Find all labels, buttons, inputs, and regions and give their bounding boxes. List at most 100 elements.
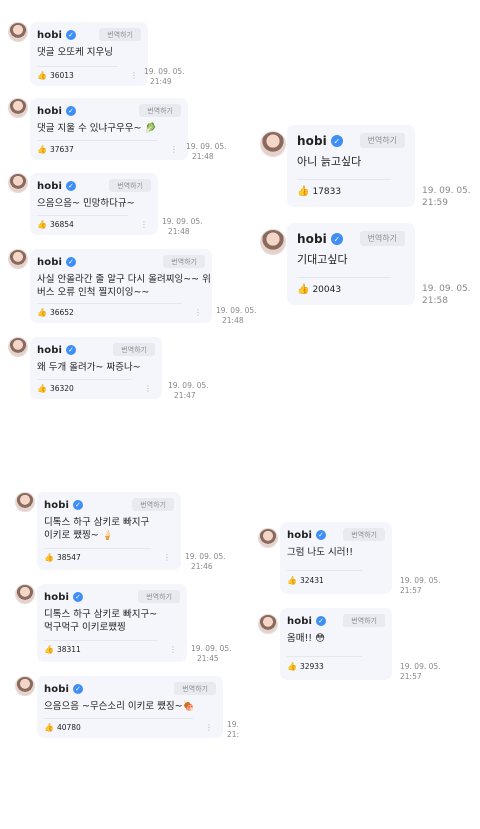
more-options-icon[interactable]: ⋮ xyxy=(130,71,138,80)
like-count: 36854 xyxy=(49,220,74,229)
time: 21:49 xyxy=(150,77,172,86)
time: 21:59 xyxy=(422,198,448,208)
like-button[interactable]: 👍 37637 xyxy=(37,145,74,154)
time: 21:57 xyxy=(400,586,422,595)
date: 19. 09. 05. xyxy=(400,662,441,671)
divider xyxy=(37,379,132,380)
comment-text: 사실 안올라간 줄 알구 다시 올려찌잉~~ 위 버스 오류 인척 찔지이잉~~ xyxy=(37,274,211,298)
date: 19. 09. 05. xyxy=(168,381,209,390)
timestamp: 19. 09. 05. 21:57 xyxy=(400,576,441,596)
date: 19. 09. 05. xyxy=(186,142,227,151)
verified-icon: ✓ xyxy=(315,616,326,626)
author-name[interactable]: hobi xyxy=(44,592,69,603)
translate-button[interactable]: 번역하기 xyxy=(359,231,405,246)
avatar[interactable] xyxy=(260,229,286,255)
like-count: 36320 xyxy=(49,384,74,393)
like-count: 32933 xyxy=(299,662,324,671)
date: 19. 09. 05. xyxy=(191,644,232,653)
author-name[interactable]: hobi xyxy=(44,500,69,511)
comment-bubble: hobi ✓ 번역하기 기대고싶다 👍 20043 xyxy=(287,223,415,305)
comment-text: 으음으음~ 민망하다규~ xyxy=(37,198,135,209)
timestamp: 19. 09. 05. 21:49 xyxy=(144,67,185,87)
thumbs-up-icon: 👍 xyxy=(44,553,54,562)
verified-icon: ✓ xyxy=(330,135,343,147)
verified-icon: ✓ xyxy=(315,530,326,540)
author-name[interactable]: hobi xyxy=(37,345,62,356)
more-options-icon[interactable]: ⋮ xyxy=(140,220,148,229)
translate-button[interactable]: 번역하기 xyxy=(113,343,155,356)
author-name[interactable]: hobi xyxy=(44,684,69,695)
timestamp: 19. 09. 05. 21:48 xyxy=(162,217,203,237)
avatar[interactable] xyxy=(8,173,28,193)
avatar[interactable] xyxy=(15,676,35,696)
like-button[interactable]: 👍 20043 xyxy=(297,284,341,295)
divider xyxy=(44,640,157,641)
avatar[interactable] xyxy=(8,22,28,42)
divider xyxy=(287,570,362,571)
more-options-icon[interactable]: ⋮ xyxy=(205,723,213,732)
time: 21:57 xyxy=(400,672,422,681)
comment-text: 그럼 나도 시러!! xyxy=(287,547,354,558)
avatar[interactable] xyxy=(258,614,278,634)
comment-bubble: hobi ✓ 번역하기 댓글 지울 수 있냐구우우~ 🥬 👍 37637 ⋮ xyxy=(30,98,188,160)
divider xyxy=(37,215,128,216)
translate-button[interactable]: 번역하기 xyxy=(139,104,181,117)
more-options-icon[interactable]: ⋮ xyxy=(163,553,171,562)
author-name[interactable]: hobi xyxy=(297,232,327,246)
avatar[interactable] xyxy=(260,131,286,157)
translate-button[interactable]: 번역하기 xyxy=(99,28,141,41)
more-options-icon[interactable]: ⋮ xyxy=(170,145,178,154)
comment-bubble: hobi ✓ 번역하기 으음으음~ 민망하다규~ 👍 36854 ⋮ xyxy=(30,173,158,235)
translate-button[interactable]: 번역하기 xyxy=(132,498,174,511)
more-options-icon[interactable]: ⋮ xyxy=(144,384,152,393)
more-options-icon[interactable]: ⋮ xyxy=(169,645,177,654)
author-name[interactable]: hobi xyxy=(37,257,62,268)
date: 19. xyxy=(227,720,239,729)
more-options-icon[interactable]: ⋮ xyxy=(194,308,202,317)
time: 21:48 xyxy=(222,316,244,325)
avatar[interactable] xyxy=(8,249,28,269)
like-button[interactable]: 👍 36854 xyxy=(37,220,74,229)
divider xyxy=(44,718,193,719)
like-button[interactable]: 👍 40780 xyxy=(44,723,81,732)
avatar[interactable] xyxy=(8,98,28,118)
like-button[interactable]: 👍 32431 xyxy=(287,576,324,585)
like-button[interactable]: 👍 32933 xyxy=(287,662,324,671)
thumbs-up-icon: 👍 xyxy=(297,284,310,295)
author-name[interactable]: hobi xyxy=(37,181,62,192)
author-name[interactable]: hobi xyxy=(287,530,312,541)
like-count: 36013 xyxy=(49,71,74,80)
comment-bubble: hobi ✓ 번역하기 아니 늙고싶다 👍 17833 xyxy=(287,125,415,207)
author-name[interactable]: hobi xyxy=(297,134,327,148)
translate-button[interactable]: 번역하기 xyxy=(163,255,205,268)
translate-button[interactable]: 번역하기 xyxy=(174,682,216,695)
like-button[interactable]: 👍 36320 xyxy=(37,384,74,393)
translate-button[interactable]: 번역하기 xyxy=(343,614,385,627)
thumbs-up-icon: 👍 xyxy=(297,186,310,197)
avatar[interactable] xyxy=(258,528,278,548)
time: 21:48 xyxy=(168,227,190,236)
avatar[interactable] xyxy=(15,584,35,604)
avatar[interactable] xyxy=(15,492,35,512)
avatar[interactable] xyxy=(8,337,28,357)
comment-text: 댓글 오또케 지우닝 xyxy=(37,47,113,58)
comment-text: 옴매!! 😳 xyxy=(287,633,326,644)
author-name[interactable]: hobi xyxy=(287,616,312,627)
translate-button[interactable]: 번역하기 xyxy=(109,179,151,192)
comment-text: 왜 두개 올려가~ 짜증나~ xyxy=(37,362,141,373)
timestamp: 19. 09. 05. 21:58 xyxy=(422,283,471,307)
translate-button[interactable]: 번역하기 xyxy=(343,528,385,541)
thumbs-up-icon: 👍 xyxy=(44,723,54,732)
date: 19. 09. 05. xyxy=(162,217,203,226)
like-button[interactable]: 👍 36013 xyxy=(37,71,74,80)
like-count: 40780 xyxy=(56,723,81,732)
translate-button[interactable]: 번역하기 xyxy=(138,590,180,603)
translate-button[interactable]: 번역하기 xyxy=(359,133,405,148)
like-count: 17833 xyxy=(312,186,342,197)
like-button[interactable]: 👍 38547 xyxy=(44,553,81,562)
like-button[interactable]: 👍 36652 xyxy=(37,308,74,317)
author-name[interactable]: hobi xyxy=(37,106,62,117)
like-button[interactable]: 👍 17833 xyxy=(297,186,341,197)
like-button[interactable]: 👍 38311 xyxy=(44,645,81,654)
author-name[interactable]: hobi xyxy=(37,30,62,41)
